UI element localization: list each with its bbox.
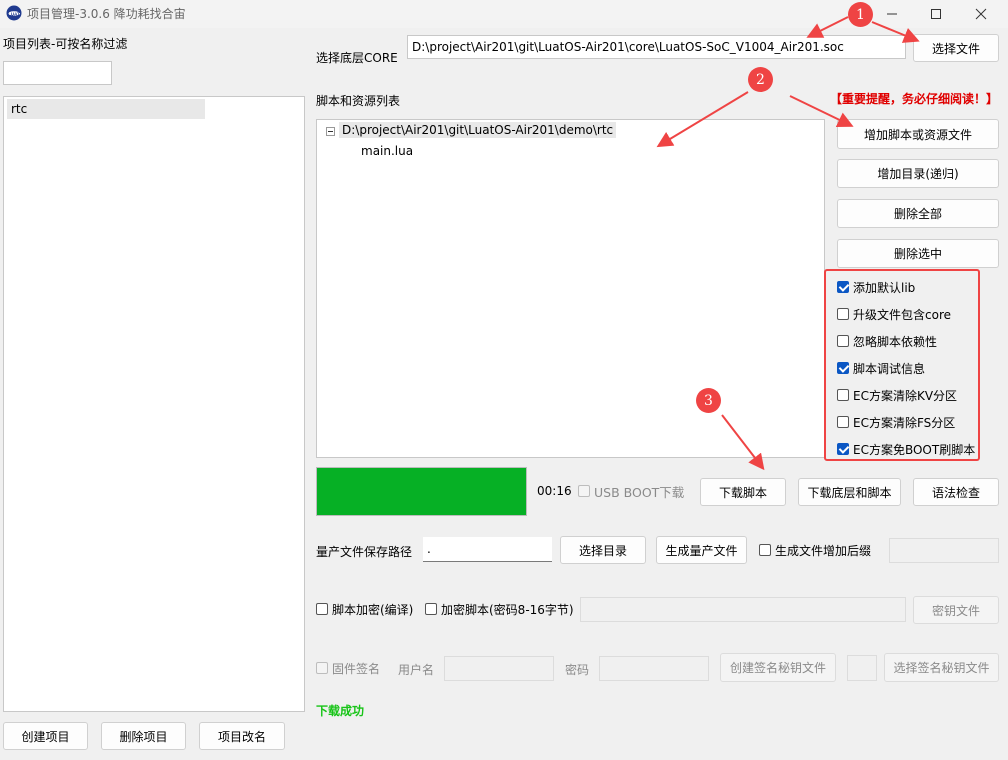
firmware-sign-checkbox-row[interactable]: 固件签名 xyxy=(316,660,380,676)
status-message: 下载成功 xyxy=(316,704,365,718)
maximize-button[interactable] xyxy=(913,0,959,28)
suffix-input xyxy=(889,538,999,563)
checked-checkbox[interactable] xyxy=(837,281,849,293)
important-warning: 【重要提醒，务必仔细阅读！】 xyxy=(830,92,999,106)
option-checkbox-row[interactable]: EC方案清除KV分区 xyxy=(837,387,957,403)
option-label: EC方案免BOOT刷脚本 xyxy=(853,442,976,457)
sign-key-path-input xyxy=(847,655,877,681)
create-project-button[interactable]: 创建项目 xyxy=(3,722,88,750)
svg-text:LUAT: LUAT xyxy=(8,12,20,17)
add-directory-button[interactable]: 增加目录(递归) xyxy=(837,159,999,188)
core-label: 选择底层CORE xyxy=(316,51,398,65)
delete-all-button[interactable]: 删除全部 xyxy=(837,199,999,228)
compile-encrypt-checkbox-row[interactable]: 脚本加密(编译) xyxy=(316,601,413,617)
unchecked-checkbox[interactable] xyxy=(837,308,849,320)
choose-core-file-button[interactable]: 选择文件 xyxy=(913,34,999,62)
create-sign-key-button[interactable]: 创建签名秘钥文件 xyxy=(720,653,836,682)
option-label: EC方案清除KV分区 xyxy=(853,388,958,403)
script-list-label: 脚本和资源列表 xyxy=(316,94,401,108)
annotation-marker: 1 xyxy=(848,2,873,27)
compile-encrypt-label: 脚本加密(编译) xyxy=(332,602,414,617)
password-encrypt-checkbox[interactable] xyxy=(425,603,437,615)
core-path-input[interactable] xyxy=(407,35,906,59)
syntax-check-button[interactable]: 语法检查 xyxy=(913,478,999,506)
download-core-and-script-button[interactable]: 下载底层和脚本 xyxy=(798,478,901,506)
download-script-button[interactable]: 下载脚本 xyxy=(700,478,786,506)
option-label: 忽略脚本依赖性 xyxy=(853,334,938,349)
option-label: 升级文件包含core xyxy=(853,307,951,322)
mass-production-path-label: 量产文件保存路径 xyxy=(316,545,413,559)
usb-boot-checkbox[interactable] xyxy=(578,485,590,497)
password-encrypt-label: 加密脚本(密码8-16字节) xyxy=(441,602,574,617)
option-checkbox-row[interactable]: EC方案清除FS分区 xyxy=(837,414,955,430)
option-label: 脚本调试信息 xyxy=(853,361,926,376)
progress-fill xyxy=(317,468,526,515)
mass-production-path-input[interactable] xyxy=(423,537,552,562)
username-input xyxy=(444,656,554,681)
delete-selected-button[interactable]: 删除选中 xyxy=(837,239,999,268)
elapsed-time: 00:16 xyxy=(537,484,572,498)
close-window-button[interactable] xyxy=(958,0,1004,28)
checked-checkbox[interactable] xyxy=(837,443,849,455)
rename-project-button[interactable]: 项目改名 xyxy=(199,722,285,750)
project-list-header: 项目列表-可按名称过滤 xyxy=(3,37,128,51)
checked-checkbox[interactable] xyxy=(837,362,849,374)
password-label: 密码 xyxy=(565,663,590,677)
annotation-marker: 2 xyxy=(748,67,773,92)
option-checkbox-row[interactable]: 升级文件包含core xyxy=(837,306,951,322)
option-checkbox-row[interactable]: 添加默认lib xyxy=(837,279,915,295)
password-input xyxy=(599,656,709,681)
project-filter-input[interactable] xyxy=(3,61,112,85)
password-encrypt-checkbox-row[interactable]: 加密脚本(密码8-16字节) xyxy=(425,601,574,617)
select-sign-key-button[interactable]: 选择签名秘钥文件 xyxy=(884,653,999,682)
project-list-item[interactable]: rtc xyxy=(7,99,205,119)
app-logo-icon: LUAT xyxy=(6,5,22,21)
download-progress-bar xyxy=(316,467,527,516)
minimize-icon xyxy=(887,13,897,15)
firmware-sign-label: 固件签名 xyxy=(332,661,381,676)
choose-directory-button[interactable]: 选择目录 xyxy=(560,536,646,564)
option-label: EC方案清除FS分区 xyxy=(853,415,956,430)
suffix-checkbox-row[interactable]: 生成文件增加后缀 xyxy=(759,542,871,558)
usb-boot-checkbox-row[interactable]: USB BOOT下载 xyxy=(578,483,685,500)
encryption-password-input xyxy=(580,597,906,622)
add-script-files-button[interactable]: 增加脚本或资源文件 xyxy=(837,119,999,149)
generate-mass-production-button[interactable]: 生成量产文件 xyxy=(656,536,747,564)
tree-collapse-icon[interactable] xyxy=(326,127,335,136)
option-checkbox-row[interactable]: EC方案免BOOT刷脚本 xyxy=(837,441,975,457)
firmware-sign-checkbox[interactable] xyxy=(316,662,328,674)
suffix-checkbox[interactable] xyxy=(759,544,771,556)
option-checkbox-row[interactable]: 脚本调试信息 xyxy=(837,360,925,376)
maximize-icon xyxy=(931,9,941,19)
compile-encrypt-checkbox[interactable] xyxy=(316,603,328,615)
unchecked-checkbox[interactable] xyxy=(837,416,849,428)
option-checkbox-row[interactable]: 忽略脚本依赖性 xyxy=(837,333,937,349)
close-icon xyxy=(975,8,987,20)
unchecked-checkbox[interactable] xyxy=(837,389,849,401)
minimize-button[interactable] xyxy=(869,0,915,28)
delete-project-button[interactable]: 删除项目 xyxy=(101,722,186,750)
key-file-button[interactable]: 密钥文件 xyxy=(913,596,999,624)
username-label: 用户名 xyxy=(398,663,435,677)
script-tree[interactable]: D:\project\Air201\git\LuatOS-Air201\demo… xyxy=(316,119,825,458)
unchecked-checkbox[interactable] xyxy=(837,335,849,347)
project-list[interactable]: rtc xyxy=(3,96,305,712)
option-label: 添加默认lib xyxy=(853,280,916,295)
annotation-marker: 3 xyxy=(696,388,721,413)
tree-child-node[interactable]: main.lua xyxy=(361,144,413,158)
suffix-label: 生成文件增加后缀 xyxy=(775,543,872,558)
window-title: 项目管理-3.0.6 降功耗找合宙 xyxy=(27,7,186,21)
usb-boot-label: USB BOOT下载 xyxy=(594,484,685,500)
tree-root-node[interactable]: D:\project\Air201\git\LuatOS-Air201\demo… xyxy=(339,122,617,138)
